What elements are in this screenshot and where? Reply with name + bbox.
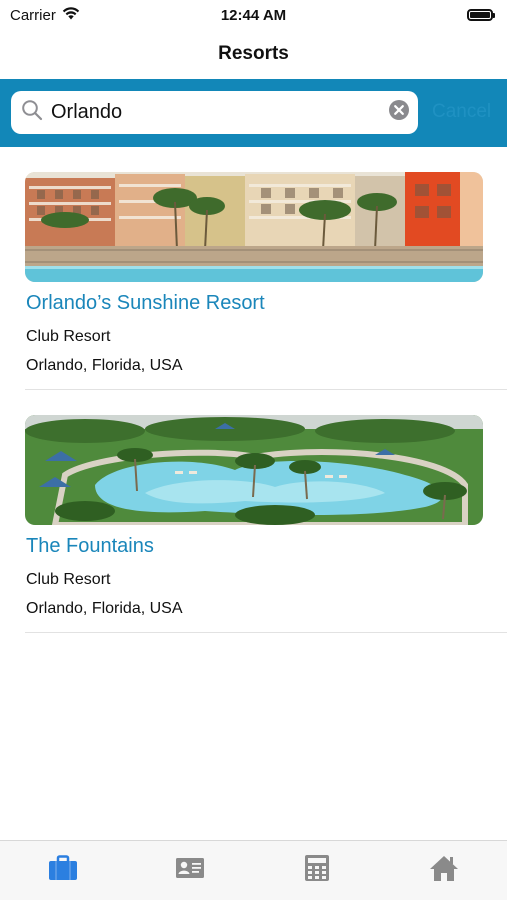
battery-icon [467, 9, 495, 21]
tab-calculator[interactable] [254, 841, 381, 900]
resort-type: Club Resort [26, 328, 111, 345]
status-left: Carrier [10, 7, 80, 24]
page-title: Resorts [218, 43, 289, 64]
navigation-bar: Resorts [0, 30, 507, 78]
resort-type: Club Resort [26, 571, 111, 588]
resort-location: Orlando, Florida, USA [26, 357, 183, 374]
resort-photo[interactable] [25, 172, 483, 282]
search-input[interactable] [51, 101, 388, 124]
tab-profile[interactable] [127, 841, 254, 900]
carrier-label: Carrier [10, 6, 56, 24]
search-bar: Cancel [0, 79, 507, 147]
home-icon [429, 854, 459, 887]
id-card-icon [175, 857, 205, 884]
status-bar: Carrier 12:44 AM [0, 0, 507, 30]
search-field[interactable] [11, 91, 418, 134]
clear-icon[interactable] [388, 99, 410, 126]
search-icon [21, 99, 43, 126]
tab-bar [0, 840, 507, 900]
resort-photo[interactable] [25, 415, 483, 525]
list-item[interactable]: The Fountains Club Resort Orlando, Flori… [0, 415, 507, 658]
results-list: Orlando’s Sunshine Resort Club Resort Or… [0, 172, 507, 658]
resort-name[interactable]: The Fountains [26, 535, 154, 558]
battery-level [470, 12, 490, 18]
resort-location: Orlando, Florida, USA [26, 600, 183, 617]
divider [25, 632, 507, 633]
calculator-icon [304, 854, 330, 887]
resorts-screen: Carrier 12:44 AM Resorts Orlando Cancel … [0, 0, 507, 900]
tab-home[interactable] [380, 841, 507, 900]
briefcase-icon [48, 855, 78, 886]
tab-resorts[interactable] [0, 841, 127, 900]
resort-name[interactable]: Orlando’s Sunshine Resort [26, 292, 265, 315]
divider [25, 389, 507, 390]
wifi-icon [62, 6, 80, 24]
list-item[interactable]: Orlando’s Sunshine Resort Club Resort Or… [0, 172, 507, 415]
cancel-button[interactable]: Cancel [432, 101, 491, 123]
